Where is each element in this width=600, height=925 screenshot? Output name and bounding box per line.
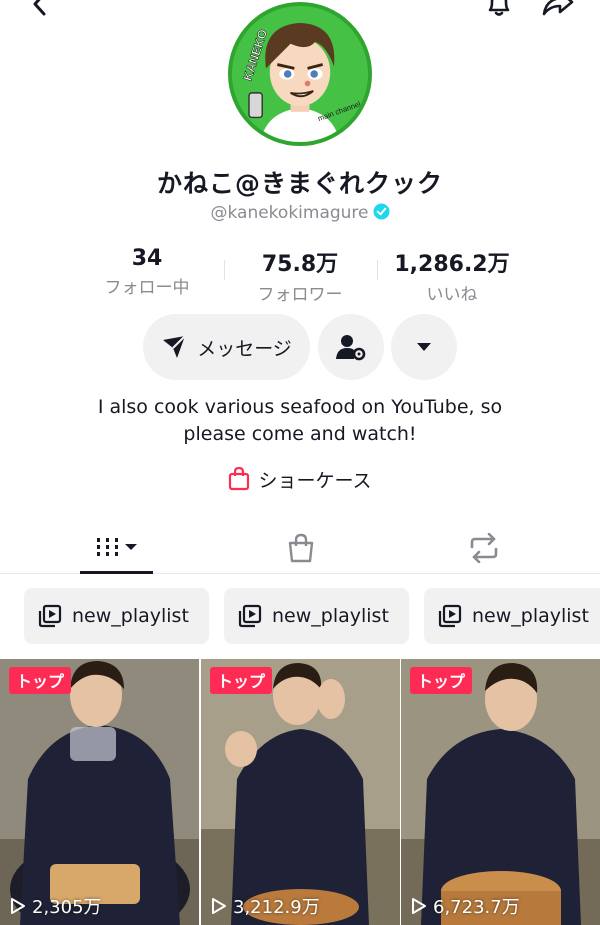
stat-likes[interactable]: 1,286.2万 いいね — [389, 246, 515, 305]
top-badge: トップ — [210, 667, 273, 694]
share-arrow-icon[interactable] — [540, 0, 576, 20]
paper-plane-icon — [163, 335, 186, 358]
verified-badge-icon — [372, 203, 390, 220]
showcase-label: ショーケース — [258, 470, 372, 492]
repost-icon — [470, 533, 497, 563]
playlist-label: new_playlist — [472, 605, 589, 627]
video-thumbnail-image — [0, 659, 199, 925]
playlist-label: new_playlist — [272, 605, 389, 627]
view-count-text: 6,723.7万 — [433, 897, 520, 918]
video-thumbnail[interactable]: トップ 6,723.7万 — [401, 659, 600, 925]
message-label: メッセージ — [197, 337, 292, 360]
playlist-label: new_playlist — [72, 605, 189, 627]
video-grid: トップ 2,305万 トップ 3,212.9万 トップ 6,723.7万 — [0, 659, 600, 925]
playlist-chip[interactable]: new_playlist — [24, 588, 209, 644]
showcase-link[interactable]: ショーケース — [0, 466, 600, 493]
video-thumbnail[interactable]: トップ 2,305万 — [0, 659, 199, 925]
stat-followers[interactable]: 75.8万 フォロワー — [244, 246, 356, 305]
friend-settings-button[interactable] — [318, 314, 384, 380]
playlist-row: new_playlist new_playlist new_playlist — [0, 588, 600, 644]
following-label: フォロー中 — [104, 278, 190, 298]
view-count: 3,212.9万 — [211, 893, 320, 919]
username: @kanekokimagure — [210, 203, 369, 223]
playlist-icon — [38, 604, 62, 628]
view-count: 2,305万 — [10, 893, 102, 919]
tab-videos[interactable] — [80, 522, 153, 574]
bio-line-2: please come and watch! — [183, 423, 417, 445]
playlist-icon — [238, 604, 262, 628]
bell-icon[interactable] — [484, 0, 514, 20]
stats-divider — [224, 260, 225, 280]
playlist-chip[interactable]: new_playlist — [224, 588, 409, 644]
playlist-chip[interactable]: new_playlist — [424, 588, 600, 644]
play-icon — [212, 898, 226, 914]
more-options-button[interactable] — [391, 314, 457, 380]
caret-down-icon — [417, 343, 431, 351]
profile-stats: 34 フォロー中 75.8万 フォロワー 1,286.2万 いいね — [0, 246, 600, 305]
followers-count: 75.8万 — [261, 252, 339, 277]
likes-count: 1,286.2万 — [394, 252, 510, 277]
username-row: @kanekokimagure — [0, 203, 600, 223]
shopping-bag-icon — [288, 533, 313, 563]
stat-following[interactable]: 34 フォロー中 — [96, 246, 198, 298]
display-name: かねこ@きまぐれクック — [156, 169, 443, 198]
top-badge: トップ — [410, 667, 473, 694]
playlist-icon — [438, 604, 462, 628]
video-thumbnail-image — [201, 659, 400, 925]
view-count-text: 2,305万 — [32, 897, 102, 918]
shopping-bag-icon — [229, 467, 250, 491]
person-gear-icon — [336, 335, 366, 361]
video-thumbnail-image — [401, 659, 600, 925]
avatar-illustration: KANEKO main channel — [232, 6, 368, 142]
avatar[interactable]: KANEKO main channel — [228, 2, 372, 146]
play-icon — [11, 898, 25, 914]
view-count: 6,723.7万 — [411, 893, 520, 919]
stats-divider — [377, 260, 378, 280]
video-thumbnail[interactable]: トップ 3,212.9万 — [201, 659, 400, 925]
profile-bio: I also cook various seafood on YouTube, … — [0, 394, 600, 448]
followers-label: フォロワー — [257, 285, 343, 305]
message-button[interactable]: メッセージ — [143, 314, 310, 380]
bio-line-1: I also cook various seafood on YouTube, … — [97, 396, 503, 418]
profile-tabs — [0, 522, 600, 574]
play-icon — [412, 898, 426, 914]
following-count: 34 — [131, 246, 163, 271]
likes-label: いいね — [426, 285, 478, 305]
tab-shop[interactable] — [264, 522, 337, 574]
back-arrow-icon[interactable] — [26, 0, 54, 18]
top-badge: トップ — [9, 667, 72, 694]
grid-menu-icon — [96, 537, 137, 556]
view-count-text: 3,212.9万 — [233, 897, 320, 918]
tab-reposts[interactable] — [447, 522, 520, 574]
